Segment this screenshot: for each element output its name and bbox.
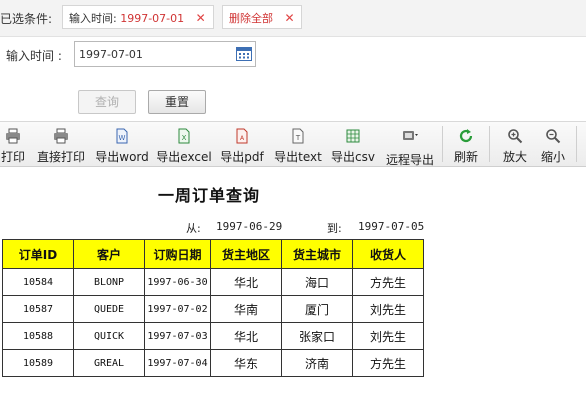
export-word-button[interactable]: W 导出word bbox=[94, 128, 150, 164]
input-time-label: 输入时间 : bbox=[6, 49, 62, 63]
customer-cell: GREAL bbox=[73, 349, 145, 377]
svg-text:X: X bbox=[182, 134, 187, 142]
city-cell: 厦门 bbox=[281, 295, 353, 323]
clear-all-label[interactable]: 删除全部 bbox=[229, 12, 273, 25]
order-id-cell: 10584 bbox=[2, 268, 74, 296]
order-date-cell: 1997-07-02 bbox=[144, 295, 211, 323]
to-label: 到: bbox=[327, 222, 342, 235]
customer-cell: BLONP bbox=[73, 268, 145, 296]
print-button[interactable]: 打印 bbox=[0, 128, 32, 164]
column-header: 订购日期 bbox=[144, 239, 211, 269]
table-row: 10587 QUEDE 1997-07-02 华南 厦门 刘先生 bbox=[2, 295, 424, 323]
export-csv-button[interactable]: 导出csv bbox=[329, 128, 377, 164]
excel-icon: X bbox=[178, 128, 190, 144]
table-row: 10584 BLONP 1997-06-30 华北 海口 方先生 bbox=[2, 268, 424, 296]
order-date-cell: 1997-07-04 bbox=[144, 349, 211, 377]
selected-conditions-label: 已选条件: bbox=[0, 12, 53, 26]
region-cell: 华东 bbox=[210, 349, 282, 377]
svg-text:W: W bbox=[119, 134, 126, 142]
svg-text:T: T bbox=[295, 134, 301, 142]
query-button[interactable]: 查询 bbox=[78, 90, 136, 114]
consignee-cell: 方先生 bbox=[352, 349, 424, 377]
reset-button[interactable]: 重置 bbox=[148, 90, 206, 114]
from-date: 1997-06-29 bbox=[216, 220, 283, 233]
text-icon: T bbox=[292, 128, 304, 144]
column-header: 货主城市 bbox=[281, 239, 353, 269]
order-date-cell: 1997-06-30 bbox=[144, 268, 211, 296]
table-row: 10589 GREAL 1997-07-04 华东 济南 方先生 bbox=[2, 349, 424, 377]
pdf-icon: A bbox=[236, 128, 248, 144]
refresh-button[interactable]: 刷新 bbox=[450, 128, 482, 164]
chip-value: 1997-07-01 bbox=[120, 12, 185, 25]
table-row: 10588 QUICK 1997-07-03 华北 张家口 刘先生 bbox=[2, 322, 424, 350]
direct-print-button[interactable]: 直接打印 bbox=[35, 128, 87, 164]
export-pdf-button[interactable]: A 导出pdf bbox=[218, 128, 266, 164]
zoom-in-button[interactable]: 放大 bbox=[500, 128, 530, 164]
input-time-value[interactable]: 1997-07-01 bbox=[79, 48, 143, 61]
order-id-cell: 10588 bbox=[2, 322, 74, 350]
order-id-cell: 10589 bbox=[2, 349, 74, 377]
to-date: 1997-07-05 bbox=[358, 220, 425, 233]
toolbar-separator bbox=[442, 126, 443, 162]
zoom-out-button[interactable]: 缩小 bbox=[538, 128, 568, 164]
remove-chip-icon[interactable]: ✕ bbox=[196, 11, 206, 25]
column-header: 客户 bbox=[73, 239, 145, 269]
toolbar-separator bbox=[489, 126, 490, 162]
input-time-field[interactable]: 1997-07-01 bbox=[74, 41, 256, 67]
toolbar-separator bbox=[576, 126, 577, 162]
report-toolbar: 打印 直接打印 W 导出word X 导出excel A 导出pdf T 导出t… bbox=[0, 121, 586, 167]
refresh-icon bbox=[459, 129, 473, 143]
region-cell: 华南 bbox=[210, 295, 282, 323]
selected-conditions-bar: 已选条件: 输入时间: 1997-07-01 ✕ 删除全部 ✕ bbox=[0, 0, 586, 37]
clear-all-close-icon[interactable]: ✕ bbox=[285, 11, 295, 25]
export-text-button[interactable]: T 导出text bbox=[272, 128, 324, 164]
customer-cell: QUICK bbox=[73, 322, 145, 350]
consignee-cell: 刘先生 bbox=[352, 295, 424, 323]
city-cell: 济南 bbox=[281, 349, 353, 377]
column-header: 订单ID bbox=[2, 239, 74, 269]
order-id-cell: 10587 bbox=[2, 295, 74, 323]
zoom-in-icon bbox=[508, 129, 523, 144]
remote-export-button[interactable]: 远程导出 bbox=[383, 128, 437, 167]
consignee-cell: 刘先生 bbox=[352, 322, 424, 350]
city-cell: 张家口 bbox=[281, 322, 353, 350]
filter-chip-input-time: 输入时间: 1997-07-01 ✕ bbox=[62, 5, 214, 29]
orders-table: 订单ID 客户 订购日期 货主地区 货主城市 收货人 10584 BLONP 1… bbox=[2, 239, 424, 377]
printer-icon bbox=[54, 128, 68, 144]
consignee-cell: 方先生 bbox=[352, 268, 424, 296]
export-excel-button[interactable]: X 导出excel bbox=[155, 128, 213, 164]
printer-icon bbox=[6, 128, 20, 144]
remote-export-icon bbox=[403, 131, 418, 140]
from-label: 从: bbox=[186, 222, 201, 235]
order-date-cell: 1997-07-03 bbox=[144, 322, 211, 350]
report-title: 一周订单查询 bbox=[158, 186, 261, 205]
chip-key: 输入时间: bbox=[69, 12, 117, 25]
zoom-out-icon bbox=[546, 129, 561, 144]
csv-icon bbox=[346, 129, 360, 143]
clear-all-chip[interactable]: 删除全部 ✕ bbox=[222, 5, 302, 29]
city-cell: 海口 bbox=[281, 268, 353, 296]
column-header: 收货人 bbox=[352, 239, 424, 269]
calendar-icon[interactable] bbox=[236, 46, 252, 61]
word-icon: W bbox=[116, 128, 128, 144]
region-cell: 华北 bbox=[210, 322, 282, 350]
query-form: 输入时间 : 1997-07-01 查询 重置 bbox=[0, 37, 586, 121]
table-header-row: 订单ID 客户 订购日期 货主地区 货主城市 收货人 bbox=[2, 239, 424, 269]
customer-cell: QUEDE bbox=[73, 295, 145, 323]
region-cell: 华北 bbox=[210, 268, 282, 296]
column-header: 货主地区 bbox=[210, 239, 282, 269]
